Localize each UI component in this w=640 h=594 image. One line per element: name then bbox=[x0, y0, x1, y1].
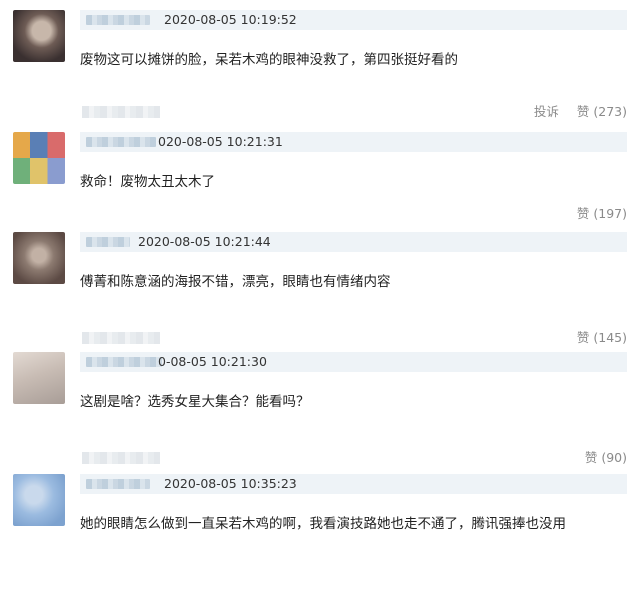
comment-text: 废物这可以摊饼的脸，呆若木鸡的眼神没救了，第四张挺好看的 bbox=[80, 52, 458, 68]
username-blurred[interactable] bbox=[86, 237, 130, 247]
like-button[interactable]: 赞 (273) bbox=[577, 104, 627, 119]
comment-text: 救命！废物太丑太木了 bbox=[80, 174, 215, 190]
avatar[interactable] bbox=[13, 474, 65, 526]
comment-header: 0-08-05 10:21:30 bbox=[80, 352, 627, 372]
reply-blurred bbox=[82, 452, 160, 464]
comment-header: 2020-08-05 10:35:23 bbox=[80, 474, 627, 494]
comment-timestamp: 020-08-05 10:21:31 bbox=[158, 134, 283, 149]
comment-text: 傅菁和陈意涵的海报不错，漂亮，眼睛也有情绪内容 bbox=[80, 274, 391, 290]
avatar[interactable] bbox=[13, 232, 65, 284]
username-blurred[interactable] bbox=[86, 137, 156, 147]
comment-header: 020-08-05 10:21:31 bbox=[80, 132, 627, 152]
like-button[interactable]: 赞 (197) bbox=[577, 206, 627, 221]
avatar[interactable] bbox=[13, 352, 65, 404]
comment-header: 2020-08-05 10:19:52 bbox=[80, 10, 627, 30]
comment-footer: 赞 (90) bbox=[80, 448, 627, 468]
like-button[interactable]: 赞 (90) bbox=[585, 450, 627, 465]
comment-item: 2020-08-05 10:35:23 她的眼睛怎么做到一直呆若木鸡的啊，我看演… bbox=[0, 474, 640, 594]
avatar[interactable] bbox=[13, 10, 65, 62]
comment-item: 2020-08-05 10:19:52 废物这可以摊饼的脸，呆若木鸡的眼神没救了… bbox=[0, 10, 640, 130]
comment-item: 2020-08-05 10:21:44 傅菁和陈意涵的海报不错，漂亮，眼睛也有情… bbox=[0, 232, 640, 352]
comment-item: 0-08-05 10:21:30 这剧是啥？选秀女星大集合？能看吗？ 赞 (90… bbox=[0, 352, 640, 472]
username-blurred[interactable] bbox=[86, 15, 150, 25]
comment-header: 2020-08-05 10:21:44 bbox=[80, 232, 627, 252]
username-blurred[interactable] bbox=[86, 357, 162, 367]
comment-timestamp: 2020-08-05 10:19:52 bbox=[164, 12, 297, 27]
avatar[interactable] bbox=[13, 132, 65, 184]
comment-timestamp: 0-08-05 10:21:30 bbox=[158, 354, 267, 369]
comment-text: 这剧是啥？选秀女星大集合？能看吗？ bbox=[80, 394, 310, 410]
like-button[interactable]: 赞 (145) bbox=[577, 330, 627, 345]
reply-blurred bbox=[82, 332, 160, 344]
report-button[interactable]: 投诉 bbox=[534, 104, 559, 119]
comment-footer: 赞 (145) bbox=[80, 328, 627, 348]
comment-footer: 投诉 赞 (273) bbox=[80, 102, 627, 122]
comment-text: 她的眼睛怎么做到一直呆若木鸡的啊，我看演技路她也走不通了，腾讯强捧也没用 bbox=[80, 516, 566, 532]
comment-footer: 赞 (197) bbox=[80, 204, 627, 224]
reply-blurred bbox=[82, 106, 160, 118]
username-blurred[interactable] bbox=[86, 479, 150, 489]
comment-timestamp: 2020-08-05 10:21:44 bbox=[138, 234, 271, 249]
comment-timestamp: 2020-08-05 10:35:23 bbox=[164, 476, 297, 491]
